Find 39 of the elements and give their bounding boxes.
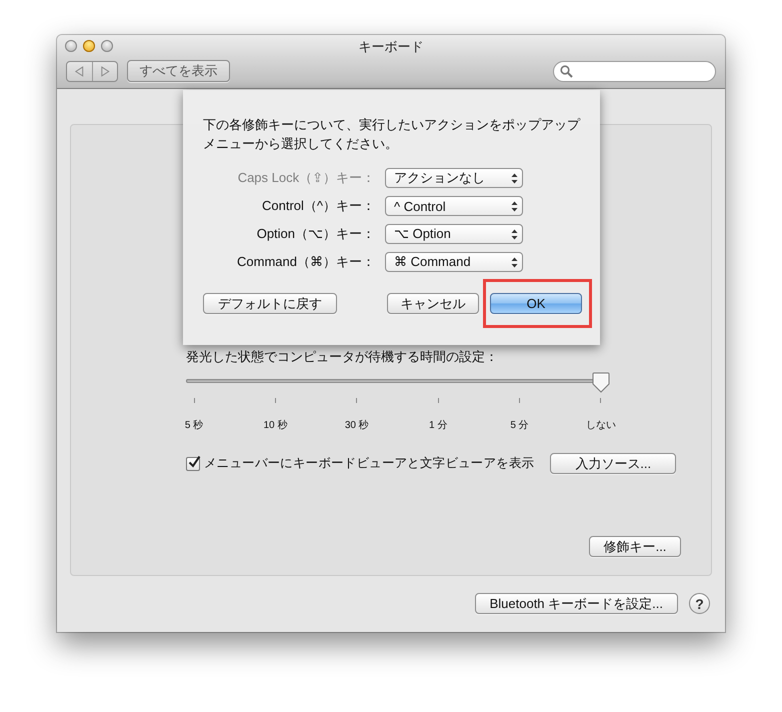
search-icon [560,64,573,78]
tick-label: 30 秒 [344,418,369,432]
action-popup[interactable]: ^ Control [385,196,523,216]
action-popup[interactable]: ⌥ Option [385,224,523,244]
search-field[interactable] [553,60,716,82]
up-down-arrows-icon [511,172,518,184]
modifier-key-label: Control（^）キー： [260,197,375,215]
show-all-button[interactable]: すべてを表示 [127,60,230,82]
sheet-button[interactable]: OK [490,293,582,314]
modifier-key-label: Caps Lock（⇪）キー： [236,169,375,187]
checkbox[interactable] [186,456,200,470]
up-down-arrows-icon [511,200,518,212]
back-forward-control[interactable] [66,60,118,82]
modifier-keys-button[interactable]: 修飾キー... [589,536,681,557]
slider-thumb[interactable] [592,372,610,394]
checkbox-label: メニューバーにキーボードビューアと文字ビューアを表示 [204,455,534,472]
sheet-message: 下の各修飾キーについて、実行したいアクションをポップアップメニューから選択してください。 [203,116,582,153]
help-button[interactable]: ? [689,593,710,614]
minimize-button[interactable] [83,40,95,52]
tick-label: 10 秒 [263,418,288,432]
tick-label: しない [586,419,616,432]
tick-label: 1 分 [429,419,448,432]
input-sources-button[interactable]: 入力ソース... [550,453,676,474]
zoom-button[interactable] [101,40,113,52]
tick-label: 5 分 [510,419,529,432]
sheet-button[interactable]: キャンセル [387,293,479,314]
up-down-arrows-icon [511,256,518,268]
modifier-key-label: Option（⌥）キー： [256,225,375,243]
close-button[interactable] [65,40,77,52]
tick-label: 5 秒 [184,418,204,432]
slider-label: 発光した状態でコンピュータが待機する時間の設定： [186,348,499,366]
window-title: キーボード [358,38,424,56]
up-down-arrows-icon [511,228,518,240]
bluetooth-keyboard-button[interactable]: Bluetooth キーボードを設定... [474,593,678,614]
sheet-button[interactable]: デフォルトに戻す [203,293,337,314]
action-popup[interactable]: ⌘ Command [385,252,523,272]
forward-arrow-icon [100,66,110,76]
modifier-key-label: Command（⌘）キー： [236,253,375,271]
back-arrow-icon [74,66,84,76]
